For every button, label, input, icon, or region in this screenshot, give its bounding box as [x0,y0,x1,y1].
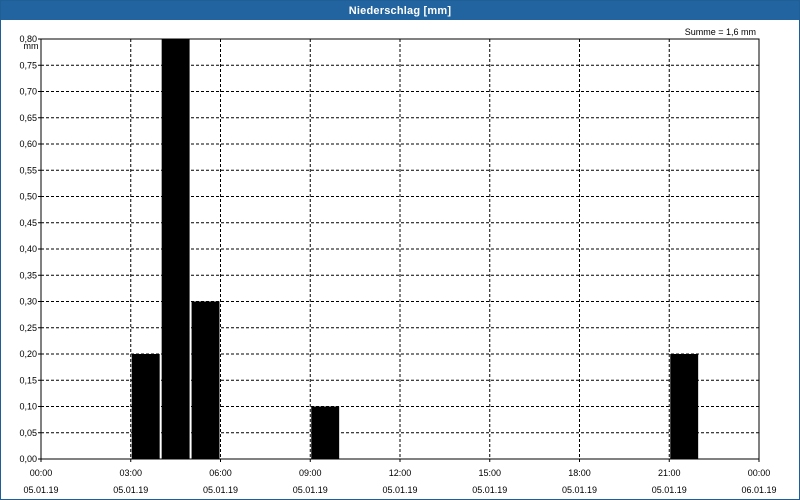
precipitation-bar [131,354,160,459]
x-tick-time-label: 15:00 [478,468,501,478]
x-tick-date-label: 05.01.19 [113,485,148,495]
x-tick-time-label: 06:00 [209,468,232,478]
sum-annotation: Summe = 1,6 mm [685,27,756,37]
x-tick-time-label: 03:00 [119,468,142,478]
y-tick-label: 0,35 [19,270,37,280]
y-axis-unit-label: mm [24,41,39,51]
y-tick-label: 0,30 [19,297,37,307]
precipitation-bar [191,301,220,459]
x-tick-time-label: 09:00 [299,468,322,478]
y-tick-label: 0,65 [19,113,37,123]
x-tick-date-label: 05.01.19 [472,485,507,495]
y-tick-label: 0,60 [19,139,37,149]
precipitation-chart: 0,00 0,05 0,10 0,15 0,20 0,25 0,30 0,35 0,40 0,45… [19,27,776,495]
x-tick-date-label: 05.01.19 [652,485,687,495]
x-tick-time-label: 18:00 [568,468,591,478]
x-tick-date-label: 06.01.19 [741,485,776,495]
y-tick-label: 0,20 [19,349,37,359]
x-tick-time-label: 00:00 [30,468,53,478]
precipitation-bar [311,406,340,459]
x-tick-date-label: 05.01.19 [382,485,417,495]
y-tick-label: 0,05 [19,428,37,438]
y-tick-label: 0,50 [19,192,37,202]
y-tick-label: 0,75 [19,60,37,70]
x-tick-date-label: 05.01.19 [293,485,328,495]
x-tick-time-label: 00:00 [748,468,771,478]
precipitation-bar [161,39,190,459]
y-tick-label: 0,70 [19,87,37,97]
x-tick-time-label: 12:00 [389,468,412,478]
x-tick-time-label: 21:00 [658,468,681,478]
y-tick-label: 0,40 [19,244,37,254]
x-tick-date-label: 05.01.19 [203,485,238,495]
y-tick-label: 0,45 [19,218,37,228]
x-tick-date-label: 05.01.19 [562,485,597,495]
y-tick-label: 0,25 [19,323,37,333]
precipitation-bar [670,354,699,459]
y-tick-label: 0,00 [19,454,37,464]
chart-window: Niederschlag [mm] 0,00 0,05 0,10 0,15 0,20 0,… [0,0,800,500]
y-tick-label: 0,55 [19,165,37,175]
y-tick-label: 0,10 [19,402,37,412]
x-tick-date-label: 05.01.19 [23,485,58,495]
y-tick-label: 0,15 [19,375,37,385]
